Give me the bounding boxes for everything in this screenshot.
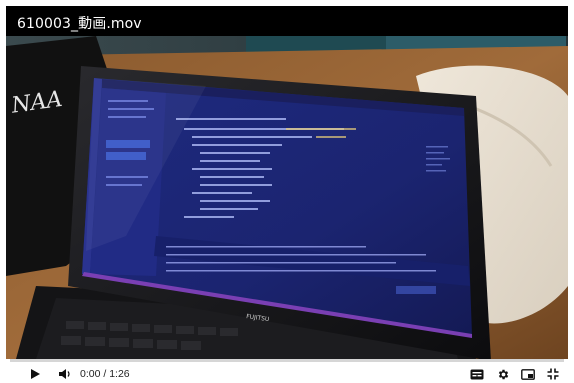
play-button[interactable]	[28, 366, 42, 382]
video-title: 610003_動画.mov	[17, 16, 142, 32]
video-frame-image: NAA FUJITSU	[6, 36, 568, 359]
miniplayer-button[interactable]	[520, 366, 536, 382]
progress-bar[interactable]	[10, 359, 564, 362]
time-display: 0:00 / 1:26	[80, 368, 130, 380]
volume-icon	[59, 369, 70, 379]
subtitles-icon	[470, 369, 484, 379]
gear-icon	[498, 369, 508, 379]
current-time: 0:00	[80, 368, 101, 380]
video-frame[interactable]: NAA FUJITSU	[6, 36, 568, 359]
miniplayer-icon	[521, 368, 535, 380]
player-controls: 0:00 / 1:26	[6, 359, 568, 383]
video-player[interactable]: 610003_動画.mov NAA FUJITSU 0:00 / 1:26	[6, 6, 568, 383]
fullscreen-button[interactable]	[545, 366, 561, 382]
duration: 1:26	[109, 368, 130, 380]
fullscreen-icon	[547, 368, 559, 380]
video-title-bar: 610003_動画.mov	[6, 6, 568, 36]
subtitles-button[interactable]	[469, 366, 485, 382]
settings-button[interactable]	[495, 366, 511, 382]
play-icon	[31, 369, 40, 379]
volume-button[interactable]	[57, 366, 73, 382]
